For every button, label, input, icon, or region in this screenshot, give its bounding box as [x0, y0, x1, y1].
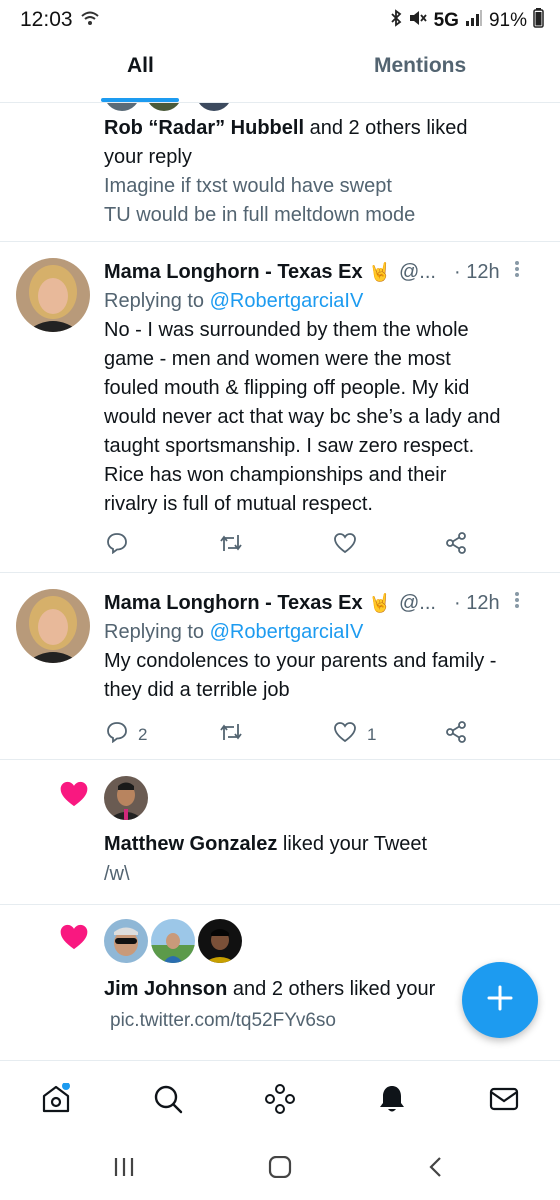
- share-icon: [445, 721, 467, 748]
- wifi-icon: [80, 10, 100, 31]
- share-icon: [445, 532, 467, 559]
- rock-hand-emoji: 🤘: [368, 262, 391, 282]
- avatar[interactable]: [151, 919, 195, 963]
- system-navigation: [0, 1136, 560, 1200]
- heart-icon: [333, 721, 357, 748]
- quoted-reply-line-1: Imagine if txst would have swept: [104, 175, 392, 197]
- heart-icon: [333, 532, 357, 559]
- signal-icon: [465, 10, 483, 32]
- notification-actor[interactable]: Jim Johnson: [104, 978, 227, 1000]
- author-name[interactable]: Mama Longhorn - Texas Ex: [104, 258, 363, 287]
- tweet[interactable]: Mama Longhorn - Texas Ex 🤘 @... · 12h Re…: [0, 573, 560, 759]
- like-button[interactable]: [333, 532, 357, 559]
- liked-tweet-content: /w\: [104, 863, 130, 885]
- status-icons: 5G 91%: [390, 8, 544, 34]
- search-icon[interactable]: [152, 1083, 184, 1120]
- retweet-icon: [219, 721, 243, 748]
- status-time: 12:03: [20, 8, 73, 31]
- like-notification-reply[interactable]: Rob “Radar” Hubbell and 2 others liked y…: [104, 114, 544, 230]
- notification-actor[interactable]: Matthew Gonzalez: [104, 833, 277, 855]
- share-button[interactable]: [445, 532, 467, 559]
- tweet-header: Mama Longhorn - Texas Ex 🤘 @... · 12h: [104, 258, 549, 287]
- notification-action: liked your Tweet: [277, 833, 428, 855]
- quoted-reply-line-2: TU would be in full meltdown mode: [104, 204, 416, 226]
- like-notification-text: Matthew Gonzalez liked your Tweet: [104, 830, 427, 859]
- battery-icon: [533, 8, 544, 34]
- author-handle[interactable]: @...: [399, 258, 436, 287]
- rock-hand-emoji: 🤘: [368, 593, 391, 613]
- liked-tweet-link[interactable]: pic.twitter.com/tq52FYv6so: [110, 1006, 336, 1035]
- like-notification[interactable]: Matthew Gonzalez liked your Tweet /w\: [0, 760, 560, 904]
- notifications-bell-icon[interactable]: [376, 1083, 408, 1120]
- notification-action-cont: your reply: [104, 146, 192, 168]
- reply-icon: [106, 721, 128, 748]
- spaces-icon[interactable]: [264, 1083, 296, 1120]
- reply-icon: [106, 532, 128, 559]
- tweet-time: · 12h: [453, 592, 500, 614]
- tweet[interactable]: Mama Longhorn - Texas Ex 🤘 @... · 12h Re…: [0, 242, 560, 572]
- network-type: 5G: [433, 10, 459, 31]
- retweet-icon: [219, 532, 243, 559]
- bottom-navigation: [0, 1060, 560, 1137]
- tweet-text: No - I was surrounded by them the whole …: [104, 319, 501, 515]
- replying-to: Replying to @RobertgarciaIV: [104, 290, 364, 312]
- active-tab-indicator: [101, 98, 179, 102]
- reply-button[interactable]: [106, 532, 128, 559]
- tab-all[interactable]: All: [127, 54, 154, 78]
- recent-apps-icon[interactable]: [113, 1156, 135, 1183]
- battery-percent: 91%: [488, 10, 527, 31]
- tab-mentions[interactable]: Mentions: [374, 54, 466, 78]
- reply-button[interactable]: 2: [106, 721, 147, 748]
- more-options-icon[interactable]: [514, 589, 520, 618]
- more-options-icon[interactable]: [514, 258, 520, 287]
- status-bar: 12:03 5G 91%: [0, 0, 560, 40]
- author-handle[interactable]: @...: [399, 589, 436, 618]
- reply-target-link[interactable]: @RobertgarciaIV: [210, 621, 364, 643]
- liked-heart-icon: [58, 923, 90, 956]
- notifications-tabs: All Mentions: [0, 40, 560, 103]
- retweet-button[interactable]: [219, 721, 243, 748]
- like-button[interactable]: 1: [333, 721, 376, 748]
- replying-to: Replying to @RobertgarciaIV: [104, 621, 364, 643]
- home-system-icon[interactable]: [268, 1155, 292, 1183]
- avatar[interactable]: [104, 919, 148, 963]
- reply-count: 2: [138, 724, 148, 744]
- tweet-body: Mama Longhorn - Texas Ex 🤘 @... · 12h Re…: [104, 258, 549, 519]
- avatar[interactable]: [198, 919, 242, 963]
- messages-envelope-icon[interactable]: [488, 1083, 520, 1120]
- liked-heart-icon: [58, 780, 90, 813]
- avatar[interactable]: [16, 589, 90, 663]
- home-icon[interactable]: [40, 1082, 72, 1120]
- notification-action: and 2 others liked your: [227, 978, 436, 1000]
- like-notification-text: Jim Johnson and 2 others liked your: [104, 975, 435, 1004]
- notification-actor[interactable]: Rob “Radar” Hubbell: [104, 117, 304, 139]
- tweet-time: · 12h: [453, 261, 500, 283]
- share-button[interactable]: [445, 721, 467, 748]
- tweet-body: Mama Longhorn - Texas Ex 🤘 @... · 12h Re…: [104, 589, 549, 705]
- mute-icon: [408, 9, 428, 33]
- author-name[interactable]: Mama Longhorn - Texas Ex: [104, 589, 363, 618]
- compose-plus-icon: [487, 985, 513, 1016]
- tweet-text: My condolences to your parents and famil…: [104, 650, 497, 701]
- avatar[interactable]: [104, 776, 148, 820]
- back-icon[interactable]: [428, 1156, 444, 1183]
- bluetooth-icon: [390, 9, 402, 33]
- like-count: 1: [367, 724, 377, 744]
- compose-tweet-button[interactable]: [462, 962, 538, 1038]
- avatar[interactable]: [16, 258, 90, 332]
- notification-action: and 2 others liked: [304, 117, 468, 139]
- retweet-button[interactable]: [219, 532, 243, 559]
- tweet-header: Mama Longhorn - Texas Ex 🤘 @... · 12h: [104, 589, 549, 618]
- reply-target-link[interactable]: @RobertgarciaIV: [210, 290, 364, 312]
- liker-avatars-partial: [100, 103, 250, 111]
